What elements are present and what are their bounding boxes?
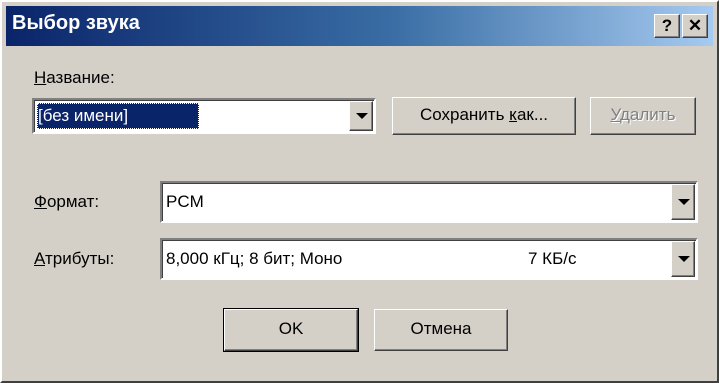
save-as-label-hotkey: к	[509, 105, 517, 124]
sound-selection-dialog: Выбор звука ? ✕ Название: [без имени] Со…	[0, 0, 719, 383]
attributes-combobox-value: 8,000 кГц; 8 бит; Моно	[166, 249, 343, 268]
help-icon: ?	[661, 16, 673, 35]
title-bar[interactable]: Выбор звука ? ✕	[6, 6, 713, 46]
ok-button-label: OK	[278, 319, 304, 338]
name-combobox-value: [без имени]	[38, 106, 129, 125]
attributes-label-hotkey: А	[34, 249, 45, 268]
attributes-label: Атрибуты:	[34, 249, 114, 269]
save-as-label-post: ак...	[516, 105, 549, 124]
cancel-button-label: Отмена	[410, 319, 472, 338]
help-button[interactable]: ?	[654, 14, 680, 38]
name-label-hotkey: Н	[34, 68, 47, 87]
format-label-text: ормат:	[46, 192, 100, 211]
attributes-combobox[interactable]: 8,000 кГц; 8 бит; Моно 7 КБ/с	[160, 238, 698, 280]
name-label: Название:	[34, 68, 115, 88]
name-label-text: азвание:	[46, 68, 115, 87]
name-combobox[interactable]: [без имени]	[32, 98, 376, 134]
format-combobox[interactable]: PCM	[160, 181, 698, 223]
format-dropdown-button[interactable]	[671, 184, 695, 220]
format-combobox-value: PCM	[166, 192, 204, 211]
window-title: Выбор звука	[12, 12, 140, 34]
delete-label-text: далить	[620, 105, 676, 124]
delete-button[interactable]: Удалить	[590, 97, 696, 135]
save-as-label-pre: Сохранить	[419, 105, 510, 124]
attributes-rate-value: 7 КБ/с	[528, 249, 577, 268]
name-dropdown-button[interactable]	[349, 101, 373, 131]
close-icon: ✕	[687, 16, 703, 35]
cancel-button[interactable]: Отмена	[374, 309, 508, 351]
attributes-dropdown-button[interactable]	[671, 241, 695, 277]
save-as-button[interactable]: Сохранить как...	[392, 97, 576, 135]
ok-button[interactable]: OK	[223, 308, 359, 352]
delete-label-hotkey: У	[610, 105, 621, 124]
attributes-label-text: трибуты:	[44, 249, 115, 268]
close-button[interactable]: ✕	[682, 14, 708, 38]
format-label: Формат:	[34, 192, 99, 212]
format-label-hotkey: Ф	[34, 192, 47, 211]
